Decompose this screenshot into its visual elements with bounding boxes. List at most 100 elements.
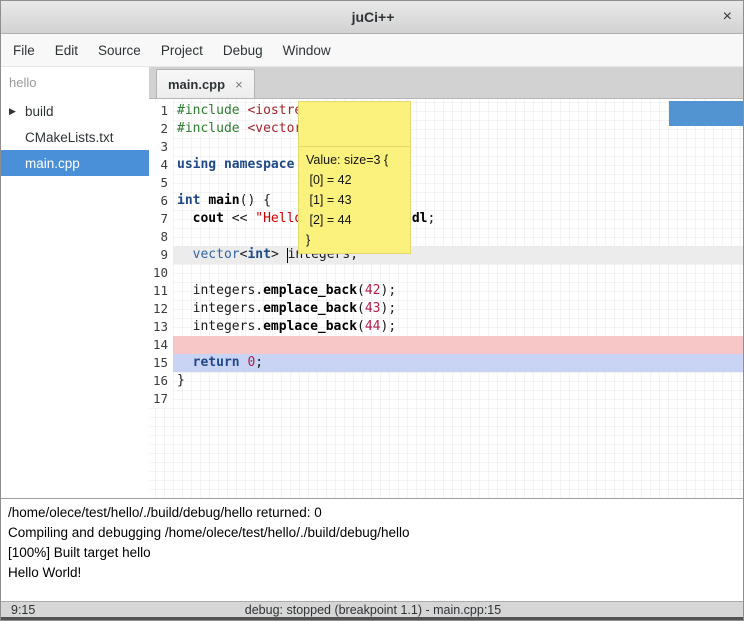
window-edge bbox=[1, 617, 744, 621]
line-number[interactable]: 9 bbox=[149, 246, 173, 264]
tab-bar: main.cpp × bbox=[149, 67, 744, 99]
line-number[interactable]: 17 bbox=[149, 390, 173, 408]
editor-line: 2#include <vector> bbox=[149, 120, 744, 138]
console-line: Hello World! bbox=[8, 563, 738, 583]
code-token: main bbox=[208, 193, 239, 208]
sidebar-item-label: main.cpp bbox=[25, 156, 80, 171]
editor-line: 10 bbox=[149, 264, 744, 282]
code-line[interactable] bbox=[173, 138, 744, 156]
code-line[interactable]: integers.emplace_back(44); bbox=[173, 318, 744, 336]
expander-icon[interactable]: ▶ bbox=[9, 106, 16, 117]
menu-item-file[interactable]: File bbox=[3, 36, 45, 65]
code-token: namespace bbox=[224, 157, 294, 172]
code-editor[interactable]: 1#include <iostream>2#include <vector>34… bbox=[149, 99, 744, 498]
line-number[interactable]: 14 bbox=[149, 336, 173, 354]
sidebar-item-label: CMakeLists.txt bbox=[25, 130, 114, 145]
editor-line: 13 integers.emplace_back(44); bbox=[149, 318, 744, 336]
project-root-label: hello bbox=[1, 67, 149, 98]
code-line[interactable] bbox=[173, 390, 744, 408]
line-number[interactable]: 3 bbox=[149, 138, 173, 156]
tab-main-cpp[interactable]: main.cpp × bbox=[156, 69, 255, 98]
line-number[interactable]: 13 bbox=[149, 318, 173, 336]
line-number[interactable]: 6 bbox=[149, 192, 173, 210]
editor-line: 12 integers.emplace_back(43); bbox=[149, 300, 744, 318]
status-message: debug: stopped (breakpoint 1.1) - main.c… bbox=[1, 603, 744, 617]
code-token bbox=[216, 157, 224, 172]
code-token: integers. bbox=[193, 319, 263, 334]
debug-value-tooltip: Value: size=3 { [0] = 42 [1] = 43 [2] = … bbox=[298, 146, 411, 254]
code-token: ( bbox=[357, 283, 365, 298]
code-line[interactable]: cout << "Hello World!" << endl; bbox=[173, 210, 744, 228]
menu-item-debug[interactable]: Debug bbox=[213, 36, 273, 65]
code-line[interactable]: vector<int> integers; bbox=[173, 246, 744, 264]
tab-label: main.cpp bbox=[168, 77, 225, 92]
line-number[interactable]: 10 bbox=[149, 264, 173, 282]
console-line: /home/olece/test/hello/./build/debug/hel… bbox=[8, 503, 738, 523]
line-number[interactable]: 15 bbox=[149, 354, 173, 372]
code-line[interactable]: integers.emplace_back(42); bbox=[173, 282, 744, 300]
code-line[interactable] bbox=[173, 264, 744, 282]
line-number[interactable]: 16 bbox=[149, 372, 173, 390]
code-token bbox=[177, 355, 193, 370]
editor-line: 5 bbox=[149, 174, 744, 192]
text-cursor bbox=[287, 248, 288, 263]
code-token: ); bbox=[381, 283, 397, 298]
menu-item-window[interactable]: Window bbox=[273, 36, 341, 65]
window-title: juCi++ bbox=[352, 9, 395, 25]
editor-line: 9 vector<int> integers; bbox=[149, 246, 744, 264]
menu-item-project[interactable]: Project bbox=[151, 36, 213, 65]
menu-item-edit[interactable]: Edit bbox=[45, 36, 88, 65]
line-number[interactable]: 11 bbox=[149, 282, 173, 300]
line-number[interactable]: 7 bbox=[149, 210, 173, 228]
code-line[interactable]: #include <iostream> bbox=[173, 102, 744, 120]
console-line: Compiling and debugging /home/olece/test… bbox=[8, 523, 738, 543]
code-line[interactable]: int main() { bbox=[173, 192, 744, 210]
line-number[interactable]: 12 bbox=[149, 300, 173, 318]
title-bar: juCi++ × bbox=[1, 1, 744, 34]
line-number[interactable]: 4 bbox=[149, 156, 173, 174]
code-token: ( bbox=[357, 301, 365, 316]
tooltip-line: [2] = 44 bbox=[306, 210, 403, 230]
code-token: 43 bbox=[365, 301, 381, 316]
code-line[interactable] bbox=[173, 174, 744, 192]
code-token bbox=[177, 283, 193, 298]
scrollbar-slider[interactable] bbox=[669, 101, 744, 126]
close-icon[interactable]: × bbox=[723, 8, 732, 26]
code-token: #include bbox=[177, 103, 240, 118]
line-number[interactable]: 5 bbox=[149, 174, 173, 192]
code-token bbox=[177, 301, 193, 316]
code-token: ); bbox=[381, 301, 397, 316]
editor-line: 7 cout << "Hello World!" << endl; bbox=[149, 210, 744, 228]
code-line[interactable]: return 0; bbox=[173, 354, 744, 372]
code-line[interactable]: integers.emplace_back(43); bbox=[173, 300, 744, 318]
code-line[interactable]: } bbox=[173, 372, 744, 390]
code-line[interactable] bbox=[173, 228, 744, 246]
code-token: ; bbox=[427, 211, 435, 226]
code-token: cout bbox=[193, 211, 224, 226]
code-token: emplace_back bbox=[263, 301, 357, 316]
sidebar-item-main-cpp[interactable]: main.cpp bbox=[1, 150, 149, 176]
editor-line: 1#include <iostream> bbox=[149, 102, 744, 120]
code-token: } bbox=[177, 373, 185, 388]
code-line[interactable]: #include <vector> bbox=[173, 120, 744, 138]
sidebar-item-cmakelists-txt[interactable]: CMakeLists.txt bbox=[1, 124, 149, 150]
code-line[interactable] bbox=[173, 336, 744, 354]
code-token bbox=[177, 247, 193, 262]
line-number[interactable]: 1 bbox=[149, 102, 173, 120]
editor-line: 8 bbox=[149, 228, 744, 246]
code-token: emplace_back bbox=[263, 319, 357, 334]
tooltip-line: [0] = 42 bbox=[306, 170, 403, 190]
sidebar-item-build[interactable]: ▶build bbox=[1, 98, 149, 124]
menu-item-source[interactable]: Source bbox=[88, 36, 151, 65]
code-token: int bbox=[247, 247, 270, 262]
line-number[interactable]: 8 bbox=[149, 228, 173, 246]
console-output: /home/olece/test/hello/./build/debug/hel… bbox=[1, 498, 744, 601]
code-line[interactable]: using namespace std; bbox=[173, 156, 744, 174]
code-token: ; bbox=[255, 355, 263, 370]
code-token: 42 bbox=[365, 283, 381, 298]
line-number[interactable]: 2 bbox=[149, 120, 173, 138]
editor-line: 4using namespace std; bbox=[149, 156, 744, 174]
sidebar-tree: ▶build CMakeLists.txt main.cpp bbox=[1, 98, 149, 176]
editor-line: 6int main() { bbox=[149, 192, 744, 210]
tab-close-icon[interactable]: × bbox=[235, 77, 243, 92]
